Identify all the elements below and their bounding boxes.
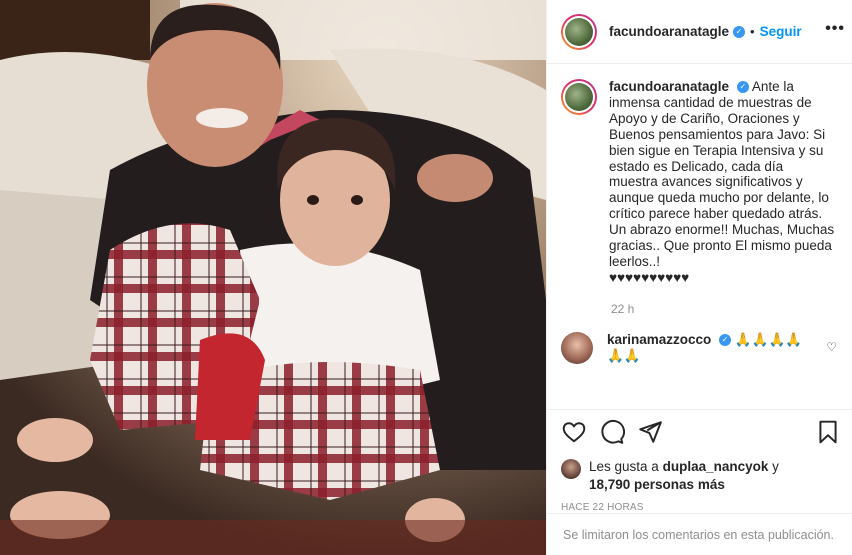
comments-section[interactable]: facundoaranatagle ✓ Ante la inmensa cant… bbox=[547, 65, 852, 409]
likes-prefix: Les gusta a bbox=[589, 459, 659, 474]
caption-body: Ante la inmensa cantidad de muestras de … bbox=[609, 79, 829, 222]
more-options-icon[interactable]: ••• bbox=[825, 20, 845, 38]
liker-username[interactable]: duplaa_nancyok bbox=[663, 459, 769, 474]
comment-text: karinamazzocco ✓ 🙏🙏🙏🙏🙏🙏 bbox=[607, 332, 807, 364]
caption-hearts: ♥♥♥♥♥♥♥♥♥♥ bbox=[609, 269, 690, 285]
verified-icon: ✓ bbox=[736, 81, 749, 94]
comment-like-heart-icon[interactable]: ♡ bbox=[826, 340, 837, 354]
comments-limited-notice: Se limitaron los comentarios en esta pub… bbox=[547, 513, 852, 555]
verified-icon: ✓ bbox=[733, 25, 746, 38]
heart-outline-icon[interactable] bbox=[561, 419, 587, 445]
post-actions: Les gusta a duplaa_nancyok y 18,790 pers… bbox=[547, 409, 852, 513]
commenter-avatar[interactable] bbox=[561, 331, 593, 364]
likes-summary: Les gusta a duplaa_nancyok y 18,790 pers… bbox=[561, 458, 841, 494]
caption-username[interactable]: facundoaranatagle bbox=[609, 79, 729, 94]
likes-conj: y bbox=[772, 459, 779, 474]
bookmark-icon[interactable] bbox=[815, 419, 841, 445]
caption-text: facundoaranatagle ✓ Ante la inmensa cant… bbox=[609, 79, 835, 286]
likes-text[interactable]: Les gusta a duplaa_nancyok y 18,790 pers… bbox=[589, 458, 779, 494]
caption: facundoaranatagle ✓ Ante la inmensa cant… bbox=[561, 79, 837, 286]
photo-illustration bbox=[0, 0, 546, 555]
likes-count[interactable]: 18,790 personas más bbox=[589, 477, 725, 492]
post-panel: facundoaranatagle ✓ • Seguir ••• facundo… bbox=[546, 0, 852, 555]
post-photo[interactable] bbox=[0, 0, 546, 555]
post-header: facundoaranatagle ✓ • Seguir ••• bbox=[547, 0, 852, 64]
liker-avatar[interactable] bbox=[561, 459, 581, 479]
caption-avatar[interactable] bbox=[561, 79, 597, 115]
verified-icon: ✓ bbox=[719, 334, 732, 347]
comment-item: karinamazzocco ✓ 🙏🙏🙏🙏🙏🙏 ♡ bbox=[561, 331, 837, 364]
action-icons bbox=[561, 418, 841, 446]
author-username[interactable]: facundoaranatagle bbox=[609, 24, 729, 39]
separator-dot: • bbox=[750, 24, 755, 39]
commenter-username[interactable]: karinamazzocco bbox=[607, 332, 711, 347]
post-timestamp[interactable]: HACE 22 HORAS bbox=[561, 502, 841, 513]
caption-body-2: Un abrazo enorme!! Muchas, Muchas gracia… bbox=[609, 222, 835, 269]
comment-bubble-icon[interactable] bbox=[599, 419, 625, 445]
author-avatar[interactable] bbox=[561, 13, 597, 50]
follow-button[interactable]: Seguir bbox=[760, 24, 802, 39]
caption-time[interactable]: 22 h bbox=[611, 302, 837, 316]
paper-plane-icon[interactable] bbox=[637, 419, 663, 445]
